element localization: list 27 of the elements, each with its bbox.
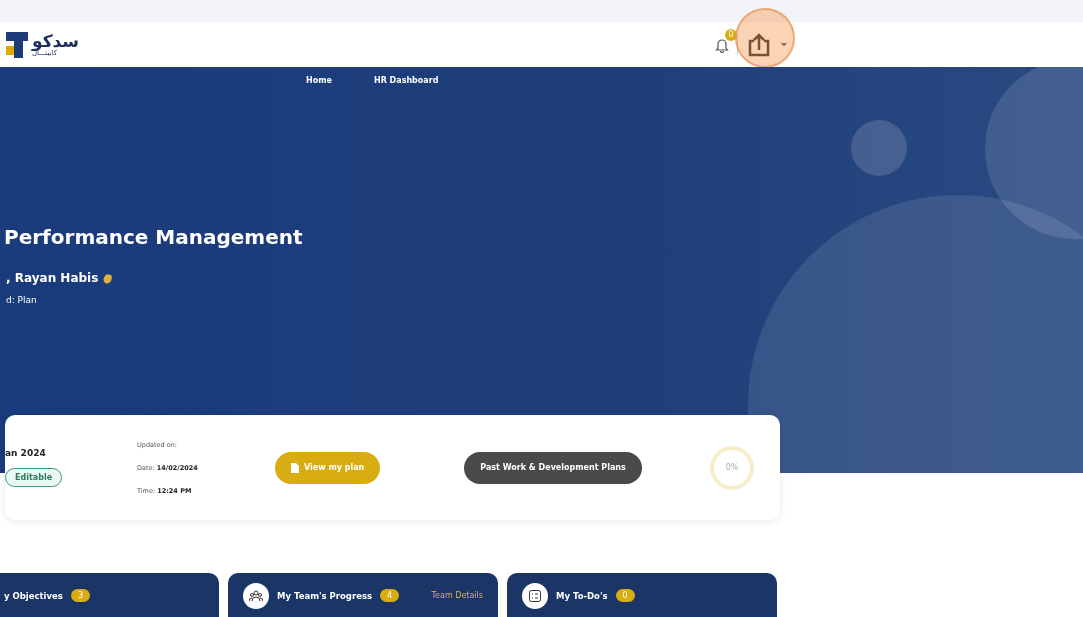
period-text: d: Plan — [6, 295, 38, 305]
past-plans-button[interactable]: Past Work & Development Plans — [464, 451, 642, 484]
nav-link[interactable]: Home — [306, 76, 332, 85]
count-badge: 3 — [70, 589, 90, 602]
upload-icon[interactable] — [746, 31, 772, 58]
card-title: My To-Do's — [556, 591, 608, 601]
decorative-circle — [851, 120, 907, 176]
document-icon — [291, 462, 299, 473]
progress-text: 0% — [725, 463, 739, 472]
card-title: y Objectives — [4, 591, 63, 601]
bell-icon[interactable] — [715, 36, 729, 53]
greeting-text: , Rayan Habis — [6, 271, 99, 285]
card-title: My Team's Progress — [277, 591, 373, 601]
caret-icon[interactable] — [780, 41, 788, 48]
status-badge: Editable — [5, 468, 63, 487]
checklist-icon — [522, 583, 548, 609]
logo-mark-icon — [6, 29, 28, 60]
notification-badge: 0 — [725, 28, 737, 41]
count-badge: 0 — [615, 589, 635, 602]
nav-link[interactable]: HR Dashboard — [373, 76, 439, 85]
team-details-link[interactable]: Team Details — [431, 591, 483, 600]
team-icon — [243, 583, 269, 609]
page-title: Performance Management — [4, 225, 304, 249]
logo-text: سدكو — [32, 32, 80, 50]
plan-title: an 2024 — [5, 448, 47, 458]
progress-ring — [709, 444, 755, 491]
count-badge: 4 — [380, 589, 400, 602]
